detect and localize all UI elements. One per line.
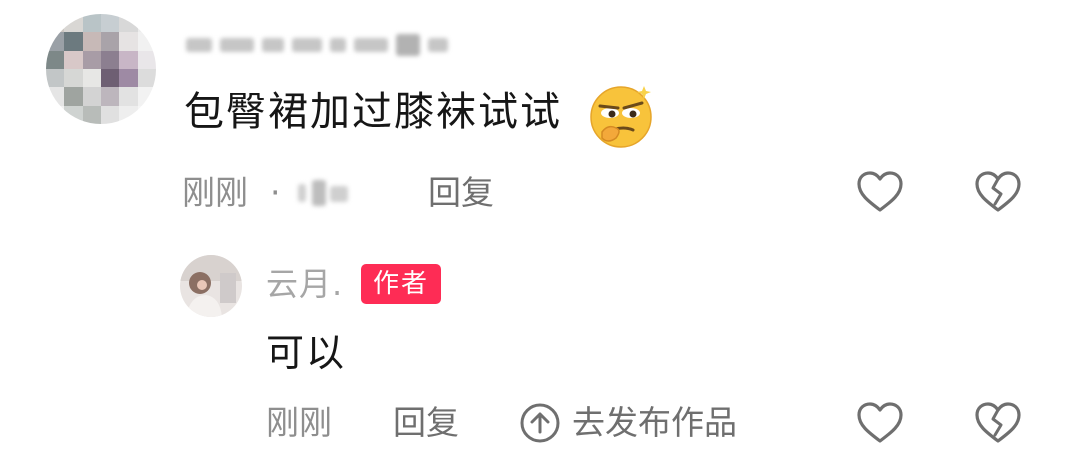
- publish-work-button[interactable]: 去发布作品: [518, 399, 737, 447]
- author-badge: 作者: [361, 264, 442, 304]
- meta-separator: ·: [270, 173, 281, 212]
- arrow-up-circle-icon: [520, 403, 560, 443]
- commenter-avatar[interactable]: [46, 14, 156, 124]
- heart-outline-icon[interactable]: [854, 397, 906, 449]
- comment-text: 包臀裙加过膝袜试试: [184, 89, 562, 135]
- commenter-name-blurred[interactable]: [186, 28, 448, 62]
- smirk-emoji-icon: [590, 86, 652, 148]
- publish-work-label: 去发布作品: [572, 403, 737, 442]
- reply-time: 刚刚: [266, 403, 332, 442]
- location-blurred: [298, 180, 350, 206]
- comment-time: 刚刚: [182, 173, 248, 212]
- reply-to-reply-button[interactable]: 回复: [393, 403, 459, 443]
- reply-button[interactable]: 回复: [428, 173, 494, 213]
- reply-text: 可以: [266, 331, 347, 375]
- broken-heart-icon[interactable]: [972, 166, 1024, 218]
- author-name[interactable]: 云月.: [266, 264, 343, 304]
- heart-outline-icon[interactable]: [854, 166, 906, 218]
- author-avatar[interactable]: [180, 255, 242, 317]
- broken-heart-icon[interactable]: [972, 397, 1024, 449]
